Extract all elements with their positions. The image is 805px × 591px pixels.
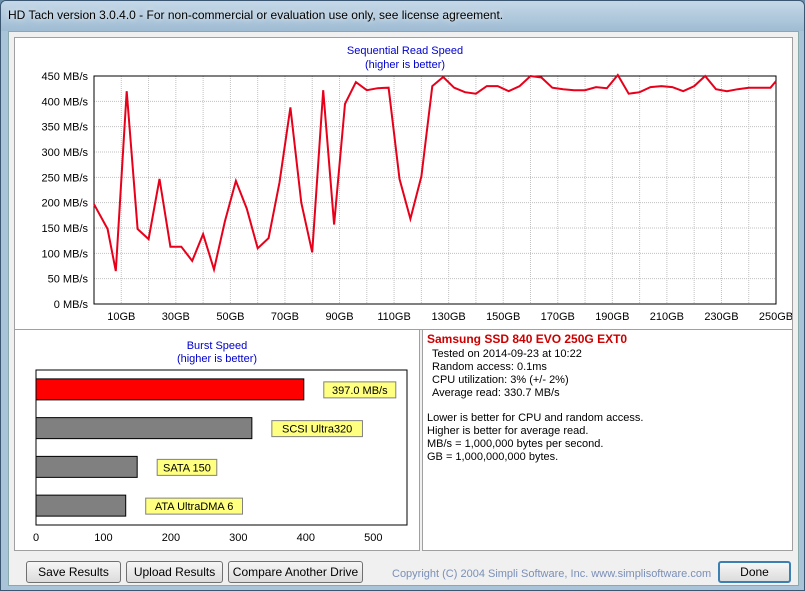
burst-x-tick-label: 400 — [297, 532, 315, 544]
burst-bar — [35, 455, 138, 478]
burst-bar-label: SATA 150 — [163, 462, 211, 474]
sequential-read-chart: Sequential Read Speed (higher is better)… — [42, 45, 794, 323]
x-tick-label: 10GB — [107, 311, 135, 323]
info-cpu-utilization: CPU utilization: 3% (+/- 2%) — [432, 374, 569, 386]
x-tick-label: 30GB — [162, 311, 190, 323]
done-label: Done — [740, 565, 769, 579]
burst-bar — [35, 494, 127, 517]
y-tick-label: 0 MB/s — [54, 299, 89, 311]
burst-bar-label: SCSI Ultra320 — [282, 424, 352, 436]
burst-x-tick-label: 0 — [33, 532, 39, 544]
burst-speed-chart: Burst Speed (higher is better) 397.0 MB/… — [33, 340, 408, 544]
sequential-chart-title: Sequential Read Speed — [347, 45, 463, 57]
burst-x-tick-label: 200 — [162, 532, 180, 544]
y-tick-label: 200 MB/s — [42, 198, 89, 210]
y-tick-label: 400 MB/s — [42, 96, 89, 108]
burst-chart-panel: Burst Speed (higher is better) 397.0 MB/… — [14, 329, 420, 551]
info-tested-on: Tested on 2014-09-23 at 10:22 — [432, 348, 582, 360]
app-window: HD Tach version 3.0.4.0 - For non-commer… — [0, 0, 805, 591]
info-panel: Samsung SSD 840 EVO 250G EXT0 Tested on … — [422, 329, 793, 551]
y-tick-label: 50 MB/s — [48, 274, 89, 286]
y-tick-label: 100 MB/s — [42, 248, 89, 260]
compare-another-drive-label: Compare Another Drive — [232, 565, 359, 579]
note-gb: GB = 1,000,000,000 bytes. — [427, 451, 559, 463]
burst-x-tick-label: 100 — [94, 532, 112, 544]
title-bar[interactable]: HD Tach version 3.0.4.0 - For non-commer… — [1, 1, 804, 31]
sequential-plot-frame — [93, 75, 777, 305]
x-tick-label: 130GB — [432, 311, 466, 323]
x-tick-label: 250GB — [759, 311, 792, 323]
x-tick-label: 70GB — [271, 311, 299, 323]
burst-bar-label: ATA UltraDMA 6 — [155, 501, 233, 513]
note-average: Higher is better for average read. — [427, 425, 589, 437]
burst-bar — [35, 378, 305, 401]
x-tick-label: 210GB — [650, 311, 684, 323]
drive-name: Samsung SSD 840 EVO 250G EXT0 — [427, 332, 628, 346]
sequential-read-series-line — [93, 73, 777, 274]
save-results-button[interactable]: Save Results — [26, 561, 121, 583]
y-tick-label: 300 MB/s — [42, 147, 89, 159]
y-tick-label: 450 MB/s — [42, 71, 89, 83]
burst-bar-label: 397.0 MB/s — [332, 385, 388, 397]
x-tick-label: 90GB — [325, 311, 353, 323]
y-tick-label: 250 MB/s — [42, 172, 89, 184]
note-cpu: Lower is better for CPU and random acces… — [427, 412, 644, 424]
copyright-text: Copyright (C) 2004 Simpli Software, Inc.… — [392, 568, 712, 580]
note-mbs: MB/s = 1,000,000 bytes per second. — [427, 438, 604, 450]
upload-results-label: Upload Results — [133, 565, 216, 579]
burst-bar — [35, 417, 253, 440]
burst-x-tick-label: 500 — [364, 532, 382, 544]
info-random-access: Random access: 0.1ms — [432, 361, 547, 373]
sequential-chart-subtitle: (higher is better) — [365, 59, 445, 71]
done-button[interactable]: Done — [718, 561, 791, 583]
y-tick-label: 350 MB/s — [42, 122, 89, 134]
upload-results-button[interactable]: Upload Results — [126, 561, 223, 583]
burst-chart-subtitle: (higher is better) — [177, 353, 257, 365]
x-tick-label: 150GB — [486, 311, 520, 323]
x-tick-label: 50GB — [216, 311, 244, 323]
client-area: Sequential Read Speed (higher is better)… — [8, 31, 799, 586]
info-average-read: Average read: 330.7 MB/s — [432, 387, 560, 399]
burst-x-tick-label: 300 — [229, 532, 247, 544]
compare-another-drive-button[interactable]: Compare Another Drive — [228, 561, 363, 583]
x-tick-label: 110GB — [377, 311, 410, 323]
x-tick-label: 190GB — [595, 311, 629, 323]
sequential-chart-panel: Sequential Read Speed (higher is better)… — [14, 37, 793, 330]
x-tick-label: 170GB — [541, 311, 575, 323]
y-tick-label: 150 MB/s — [42, 223, 89, 235]
x-tick-label: 230GB — [704, 311, 738, 323]
save-results-label: Save Results — [38, 565, 109, 579]
window-title: HD Tach version 3.0.4.0 - For non-commer… — [8, 8, 504, 22]
burst-chart-title: Burst Speed — [187, 340, 248, 352]
